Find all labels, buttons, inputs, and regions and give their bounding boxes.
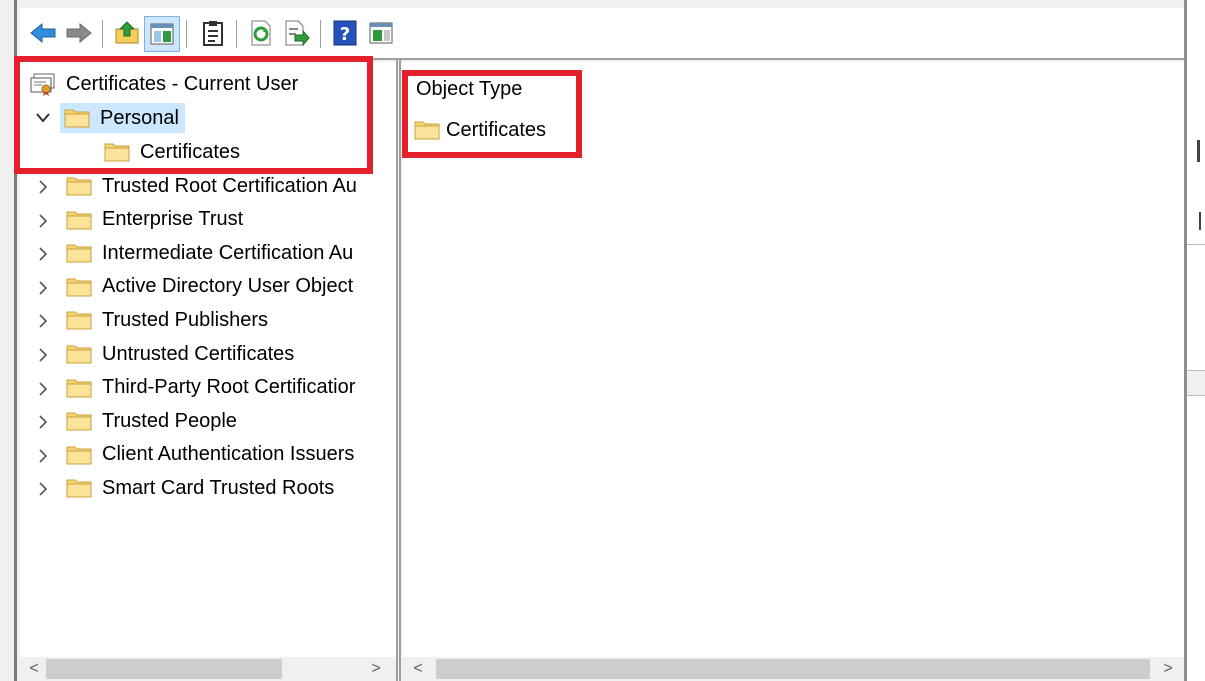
tree-item-label: Trusted Root Certification Au <box>102 174 357 197</box>
tree-item-store[interactable]: Intermediate Certification Au <box>66 237 353 269</box>
chevron-right-icon <box>39 415 48 429</box>
action-pane-fragment <box>1197 140 1200 162</box>
tree-item-store[interactable]: Trusted Root Certification Au <box>66 170 357 202</box>
chevron-right-icon <box>39 449 48 463</box>
chevron-right-icon <box>39 214 48 228</box>
expand-store-chevron[interactable] <box>32 411 54 433</box>
tree-item-label: Smart Card Trusted Roots <box>102 476 335 499</box>
export-list-button[interactable] <box>282 18 312 48</box>
folder-icon <box>66 211 92 230</box>
refresh-button[interactable] <box>246 18 276 48</box>
chevron-right-icon <box>39 382 48 396</box>
expand-store-chevron[interactable] <box>32 210 54 232</box>
folder-icon <box>66 278 92 297</box>
up-one-level-button[interactable] <box>112 18 142 48</box>
scroll-left-arrow[interactable]: < <box>22 657 46 681</box>
expand-store-chevron[interactable] <box>32 378 54 400</box>
tree-item-label: Trusted Publishers <box>102 308 268 331</box>
chevron-right-icon <box>39 180 48 194</box>
forward-button[interactable] <box>64 18 94 48</box>
tree-item-store[interactable]: Smart Card Trusted Roots <box>66 472 334 504</box>
chevron-right-icon <box>39 247 48 261</box>
tree-item-label: Untrusted Certificates <box>102 342 295 365</box>
scroll-left-arrow[interactable]: < <box>406 657 430 681</box>
back-button[interactable] <box>28 18 58 48</box>
folder-icon <box>66 379 92 398</box>
folder-icon <box>66 446 92 465</box>
folder-icon <box>66 244 92 263</box>
folder-icon <box>66 177 92 196</box>
chevron-right-icon <box>39 348 48 362</box>
expand-store-chevron[interactable] <box>32 243 54 265</box>
scroll-right-arrow[interactable]: > <box>1156 657 1180 681</box>
tree-item-label: Third-Party Root Certificatior <box>102 376 356 399</box>
window-border <box>1184 0 1187 681</box>
chevron-right-icon <box>39 482 48 496</box>
tree-item-label: Intermediate Certification Au <box>102 241 354 264</box>
show-hide-action-pane-icon <box>369 22 393 44</box>
help-button[interactable]: ? <box>330 18 360 48</box>
svg-text:?: ? <box>340 24 350 45</box>
tree-item-label: Trusted People <box>102 409 237 432</box>
show-hide-console-tree-icon <box>150 23 174 45</box>
expand-store-chevron[interactable] <box>32 445 54 467</box>
pane-splitter[interactable] <box>396 60 398 681</box>
show-hide-action-pane-button[interactable] <box>366 18 396 48</box>
tree-item-label: Enterprise Trust <box>102 208 244 231</box>
results-horizontal-scrollbar[interactable]: < > <box>402 657 1184 681</box>
chevron-right-icon <box>39 281 48 295</box>
export-list-icon <box>285 20 310 46</box>
clipboard-icon <box>203 21 223 46</box>
annotation-box-list <box>402 70 582 158</box>
forward-arrow-icon <box>66 22 92 44</box>
expand-store-chevron[interactable] <box>32 176 54 198</box>
pane-splitter-edge <box>399 60 401 681</box>
folder-icon <box>66 345 92 364</box>
tree-item-store[interactable]: Active Directory User Object <box>66 271 353 303</box>
back-arrow-icon <box>30 22 56 44</box>
annotation-box-tree <box>14 56 373 174</box>
folder-icon <box>66 412 92 431</box>
refresh-icon <box>251 20 271 46</box>
toolbar: ? <box>20 8 1184 58</box>
chevron-right-icon <box>39 314 48 328</box>
tree-item-store[interactable]: Client Authentication Issuers <box>66 439 354 471</box>
tree-item-label: Active Directory User Object <box>102 275 354 298</box>
expand-store-chevron[interactable] <box>32 344 54 366</box>
expand-store-chevron[interactable] <box>32 310 54 332</box>
scroll-thumb[interactable] <box>46 659 282 679</box>
properties-button[interactable] <box>198 18 228 48</box>
up-folder-icon <box>115 21 139 44</box>
scroll-right-arrow[interactable]: > <box>364 657 388 681</box>
tree-item-store[interactable]: Trusted Publishers <box>66 304 268 336</box>
scroll-thumb[interactable] <box>436 659 1150 679</box>
tree-item-label: Client Authentication Issuers <box>102 443 355 466</box>
show-hide-console-tree-button[interactable] <box>144 16 180 52</box>
action-pane-fragment <box>1199 212 1201 230</box>
action-pane-header-fragment <box>1187 370 1205 396</box>
expand-store-chevron[interactable] <box>32 478 54 500</box>
help-icon: ? <box>333 20 357 46</box>
tree-horizontal-scrollbar[interactable]: < > <box>20 657 396 681</box>
folder-icon <box>66 479 92 498</box>
expand-store-chevron[interactable] <box>32 277 54 299</box>
action-pane-edge <box>1187 0 1205 681</box>
tree-item-store[interactable]: Third-Party Root Certificatior <box>66 372 355 404</box>
folder-icon <box>66 311 92 330</box>
tree-item-store[interactable]: Trusted People <box>66 405 237 437</box>
tree-item-store[interactable]: Untrusted Certificates <box>66 338 294 370</box>
tree-item-store[interactable]: Enterprise Trust <box>66 204 243 236</box>
action-pane-divider <box>1187 244 1205 245</box>
